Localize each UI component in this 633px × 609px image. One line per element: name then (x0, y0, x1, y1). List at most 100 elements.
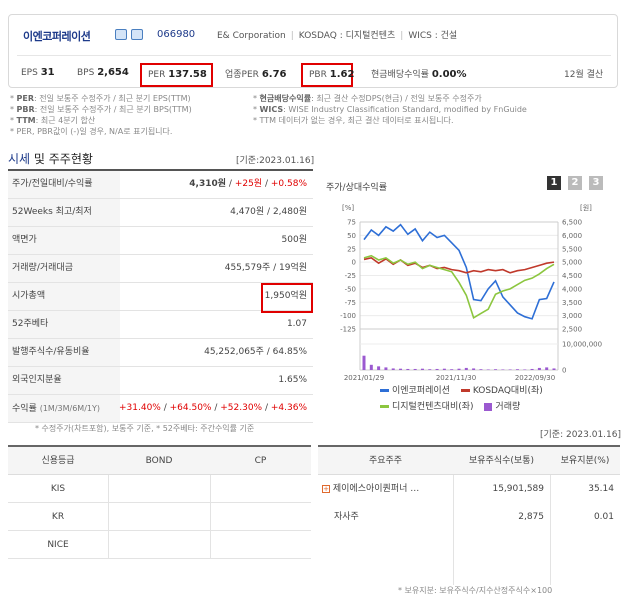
right-tick-label: 5,000 (562, 259, 582, 267)
price-values: 4,310원 / +25원 / +0.58% (189, 179, 307, 189)
section-date: [기준:2023.01.16] (236, 156, 315, 166)
volume-bar (486, 369, 490, 370)
metric-eps: EPS 31 (21, 67, 55, 78)
returns-values: +31.40% / +64.50% / +52.30% / +4.36% (118, 403, 307, 413)
right-tick-label: 5,500 (562, 245, 582, 253)
volume-bar (428, 369, 432, 370)
company-name: 이엔코퍼레이션 (23, 30, 91, 43)
holder-row[interactable]: + 제이에스아이퀀퍼너 … 15,901,589 35.14 (318, 475, 620, 503)
note-ttm-missing: * TTM 데이터가 없는 경우, 최근 결산 데이터로 표시됩니다. (253, 116, 454, 125)
chart-tab-2[interactable]: 2 (568, 176, 582, 190)
volume-bar (464, 367, 468, 370)
volume-bar (450, 369, 454, 370)
volume-bar (413, 368, 417, 370)
settlement-label: 12월 결산 (564, 70, 604, 80)
left-tick-label: -75 (345, 299, 356, 307)
legend-volume: 거래량 (484, 402, 520, 412)
note-na: * PER, PBR값이 (-)일 경우, N/A로 표기됩니다. (10, 127, 173, 136)
left-tick-label: 75 (347, 219, 356, 227)
note-per: * PER: 전일 보통주 수정주가 / 최근 분기 EPS(TTM) (10, 94, 191, 103)
volume-bar (442, 368, 446, 370)
volume-bar (362, 355, 366, 370)
row-shares: 발행주식수/유동비율 45,252,065주 / 64.85% (8, 339, 313, 367)
notes-left: * PER: 전일 보통주 수정주가 / 최근 분기 EPS(TTM) * PB… (10, 93, 192, 137)
volume-bar (523, 369, 527, 370)
x-tick-label: 2022/09/30 (515, 374, 555, 382)
volume-bar (501, 369, 505, 370)
credit-row-nice: NICE (8, 531, 311, 559)
row-foreign: 외국인지분율 1.65% (8, 367, 313, 395)
row-beta: 52주베타 1.07 (8, 311, 313, 339)
volume-bar (399, 368, 403, 370)
volume-bar (472, 368, 476, 370)
right-tick-label: 4,000 (562, 285, 582, 293)
right-tick-label: 6,500 (562, 219, 582, 227)
series-line-1 (363, 256, 555, 274)
x-tick-label: 2021/01/29 (344, 374, 384, 382)
home-icon[interactable] (115, 29, 127, 40)
left-tick-label: 50 (347, 232, 356, 240)
note-wics: * WICS: WISE Industry Classification Sta… (253, 105, 527, 114)
dividend-value: 0.00% (431, 69, 467, 80)
company-meta: E& Corporation | KOSDAQ : 디지털컨텐츠 | WICS : 건설 (217, 31, 458, 41)
legend-kosdaq: KOSDAQ대비(좌) (460, 386, 543, 396)
left-tick-label: 25 (347, 245, 356, 253)
right-tick-label: 3,000 (562, 312, 582, 320)
volume-bar (530, 368, 534, 370)
credit-row-kr: KR (8, 503, 311, 531)
volume-bar (435, 368, 439, 370)
market-cap-highlight (261, 283, 313, 313)
left-tick-label: -25 (345, 272, 356, 280)
left-tick-label: 0 (352, 259, 356, 267)
market-info: KOSDAQ : 디지털컨텐츠 (298, 31, 396, 41)
eps-value: 31 (40, 67, 55, 78)
sector-per-value: 6.76 (261, 69, 287, 80)
section-title: 시세 및 주주현황 (8, 152, 93, 166)
left-axis-label: [%] (342, 204, 354, 212)
legend-sector: 디지털컨텐츠대비(좌) (380, 402, 474, 412)
volume-zero-label: 0 (562, 367, 566, 375)
volume-bar (508, 369, 512, 370)
volume-bar (369, 364, 373, 370)
row-returns: 수익률 (1M/3M/6M/1Y) +31.40% / +64.50% / +5… (8, 395, 313, 423)
left-tick-label: -125 (340, 326, 356, 334)
volume-bar (545, 367, 549, 370)
metric-bps: BPS 2,654 (77, 67, 129, 78)
x-tick-label: 2021/11/30 (436, 374, 476, 382)
volume-bar (552, 368, 556, 370)
chart-title: 주가/상대수익률 (326, 183, 387, 193)
volume-bar (494, 369, 498, 370)
volume-bar (479, 369, 483, 370)
legend-company: 이엔코퍼레이션 (380, 386, 450, 396)
note-dividend: * 현금배당수익률: 최근 결산 수정DPS(현금) / 전일 보통주 수정주가 (253, 94, 482, 103)
holder-row: 자사주 2,875 0.01 (334, 512, 614, 522)
chart-tab-1[interactable]: 1 (547, 176, 561, 190)
volume-bar (457, 368, 461, 370)
company-code: 066980 (157, 29, 196, 40)
notes-right: * 현금배당수익률: 최근 결산 수정DPS(현금) / 전일 보통주 수정주가… (253, 93, 527, 126)
english-name: E& Corporation (217, 31, 286, 41)
per-value: 137.58 (168, 69, 207, 80)
relative-return-chart: [%] [원] 75 6,500 50 6,000 25 5,500 0 5,000 -25 4,50… (340, 203, 602, 382)
bps-value: 2,654 (97, 67, 129, 78)
chart-legend: 이엔코퍼레이션 KOSDAQ대비(좌) 디지털컨텐츠대비(좌) 거래량 (380, 383, 610, 412)
row-volume: 거래량/거래대금 455,579주 / 19억원 (8, 255, 313, 283)
table-footnote: * 수정주가(차트포함), 보통주 기준, * 52주베타: 주간수익률 기준 (35, 424, 255, 433)
volume-bar (391, 368, 395, 370)
metric-per: PER 137.58 (140, 63, 213, 87)
pbr-value: 1.62 (329, 69, 355, 80)
report-icon[interactable] (131, 29, 143, 40)
metric-sector-per: 업종PER 6.76 (225, 69, 287, 80)
chart-tab-3[interactable]: 3 (589, 176, 603, 190)
metric-dividend: 현금배당수익률 0.00% (371, 69, 467, 80)
volume-bar (537, 367, 541, 370)
credit-header: 신용등급 BOND CP (8, 445, 311, 475)
right-tick-label: 6,000 (562, 232, 582, 240)
volume-bar (420, 368, 424, 370)
right-axis-label: [원] (580, 203, 592, 212)
metric-pbr: PBR 1.62 (301, 63, 355, 87)
volume-bar (377, 366, 381, 370)
row-52weeks: 52Weeks 최고/최저 4,470원 / 2,480원 (8, 199, 313, 227)
credit-table: KIS KR NICE (8, 475, 311, 587)
bottom-date: [기준: 2023.01.16] (540, 430, 622, 440)
